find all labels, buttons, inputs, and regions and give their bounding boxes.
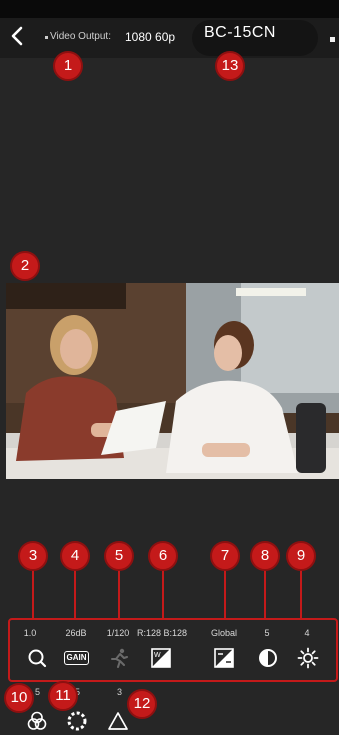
callout-1: 1 <box>53 51 83 81</box>
leader-line <box>118 568 120 620</box>
triangle-icon[interactable] <box>107 710 129 732</box>
leader-line <box>300 568 302 620</box>
callout-4: 4 <box>60 541 90 571</box>
leader-line <box>264 568 266 620</box>
gain-icon[interactable]: GAIN <box>64 647 89 669</box>
callout-12: 12 <box>127 689 157 719</box>
device-name: BC-15CN <box>204 24 276 41</box>
callout-9: 9 <box>286 541 316 571</box>
video-output-value[interactable]: 1080 60p <box>125 30 175 44</box>
saturation-value: 5 <box>35 687 41 697</box>
chevron-left-icon[interactable] <box>10 26 24 46</box>
callout-7: 7 <box>210 541 240 571</box>
callout-10: 10 <box>4 683 34 713</box>
callout-6: 6 <box>148 541 178 571</box>
leader-line <box>162 568 164 620</box>
callout-3: 3 <box>18 541 48 571</box>
color-circles-icon[interactable] <box>26 710 48 732</box>
callout-5: 5 <box>104 541 134 571</box>
brightness-value: 4 <box>304 628 310 638</box>
exposure-value: Global <box>210 628 238 638</box>
menu-icon[interactable] <box>330 37 335 42</box>
shutter-value: 1/120 <box>106 628 130 638</box>
leader-line <box>224 568 226 620</box>
brightness-icon[interactable] <box>297 647 319 669</box>
zoom-value: 1.0 <box>23 628 37 638</box>
gain-value: 26dB <box>65 628 87 638</box>
video-output-label: Video Output: <box>50 31 111 42</box>
leader-line <box>74 568 76 620</box>
callout-13: 13 <box>215 51 245 81</box>
svg-text:W: W <box>154 652 161 659</box>
exposure-icon[interactable] <box>213 647 235 669</box>
preview-image <box>6 283 339 479</box>
callout-11: 11 <box>48 681 78 711</box>
white-balance-value: R:128 B:128 <box>136 628 188 638</box>
gain-icon-label: GAIN <box>64 651 89 665</box>
contrast-value: 5 <box>264 628 270 638</box>
shutter-runner-icon[interactable] <box>108 647 130 669</box>
sharpness-value: 3 <box>117 687 123 697</box>
callout-8: 8 <box>250 541 280 571</box>
dotted-circle-icon[interactable] <box>66 710 88 732</box>
leader-line <box>32 568 34 620</box>
white-balance-icon[interactable]: W <box>150 647 172 669</box>
contrast-icon[interactable] <box>257 647 279 669</box>
callout-2: 2 <box>10 251 40 281</box>
status-strip <box>0 0 339 18</box>
video-output-bullet <box>45 36 48 39</box>
camera-preview[interactable] <box>6 283 339 479</box>
zoom-icon[interactable] <box>26 647 48 669</box>
